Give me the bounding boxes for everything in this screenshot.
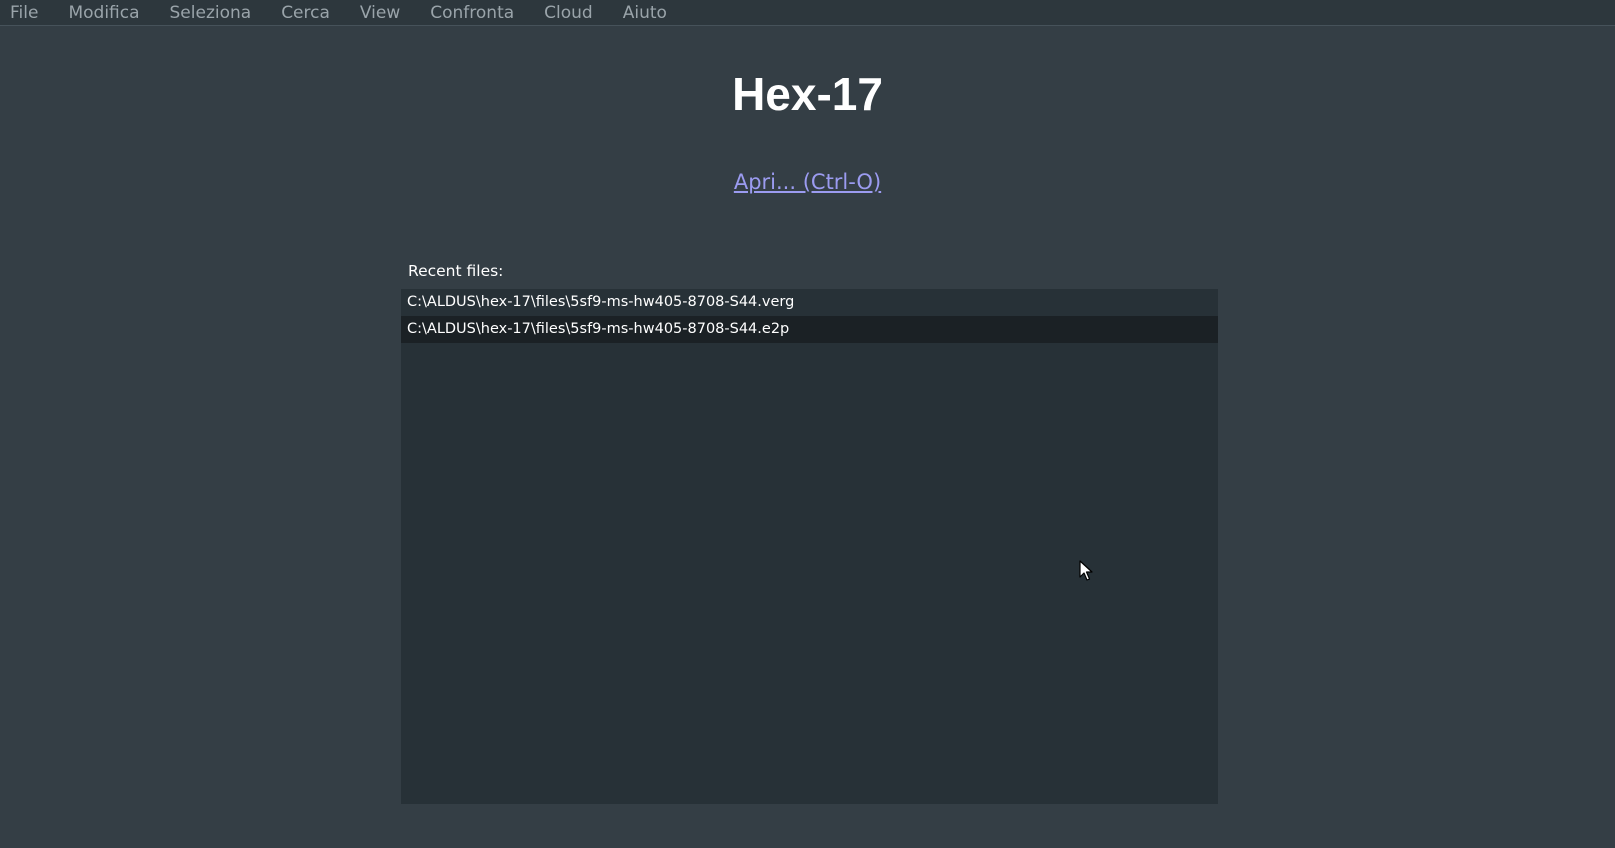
menu-bar: File Modifica Seleziona Cerca View Confr… (0, 0, 1615, 26)
recent-file-row[interactable]: C:\ALDUS\hex-17\files\5sf9-ms-hw405-8708… (401, 289, 1218, 316)
menu-confronta[interactable]: Confronta (415, 0, 529, 26)
menu-cloud[interactable]: Cloud (529, 0, 608, 26)
menu-view[interactable]: View (345, 0, 415, 26)
recent-file-row[interactable]: C:\ALDUS\hex-17\files\5sf9-ms-hw405-8708… (401, 316, 1218, 343)
recent-files-label: Recent files: (408, 262, 504, 280)
menu-aiuto[interactable]: Aiuto (608, 0, 682, 26)
open-file-link[interactable]: Apri... (Ctrl-O) (734, 170, 881, 194)
app-title: Hex-17 (732, 68, 883, 120)
open-link-container: Apri... (Ctrl-O) (0, 168, 1615, 196)
recent-files-list[interactable]: C:\ALDUS\hex-17\files\5sf9-ms-hw405-8708… (401, 289, 1218, 804)
menu-modifica[interactable]: Modifica (53, 0, 154, 26)
menu-cerca[interactable]: Cerca (266, 0, 345, 26)
menu-file[interactable]: File (0, 0, 53, 26)
menu-seleziona[interactable]: Seleziona (155, 0, 267, 26)
mouse-pointer-icon (1079, 560, 1093, 581)
